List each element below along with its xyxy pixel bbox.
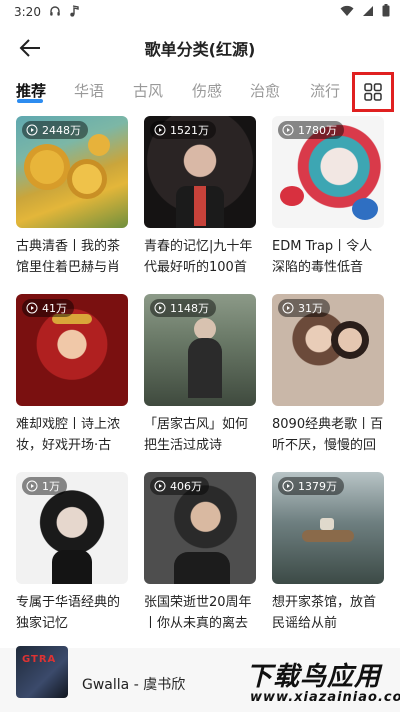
playlist-cover: 1148万	[144, 294, 256, 406]
tab-pop[interactable]: 流行	[310, 80, 340, 101]
playlist-title: 难却戏腔丨诗上浓妆，好戏开场·古风...	[16, 417, 121, 453]
play-count: 2448万	[42, 124, 81, 137]
play-icon	[26, 480, 38, 492]
playlist-title: 古典清香丨我的茶馆里住着巴赫与肖邦	[16, 239, 121, 275]
play-count: 1379万	[298, 480, 337, 493]
watermark-main: 下载鸟应用	[246, 662, 382, 692]
playlist-cover: 31万	[272, 294, 384, 406]
playlist-card[interactable]: 41万 难却戏腔丨诗上浓妆，好戏开场·古风...	[16, 294, 128, 456]
tab-healing[interactable]: 治愈	[250, 80, 280, 101]
playlist-card[interactable]: 1万 专属于华语经典的独家记忆	[16, 472, 128, 634]
tab-chinese[interactable]: 华语	[74, 80, 104, 101]
play-count-badge: 406万	[150, 477, 209, 495]
all-categories-button[interactable]	[352, 72, 394, 112]
now-playing-cover: GTRA	[16, 646, 68, 698]
playlist-cover: 2448万	[16, 116, 128, 228]
play-count: 1780万	[298, 124, 337, 137]
playlist-card[interactable]: 2448万 古典清香丨我的茶馆里住着巴赫与肖邦	[16, 116, 128, 278]
playlist-card[interactable]: 1780万 EDM Trap丨令人深陷的毒性低音	[272, 116, 384, 278]
play-icon	[26, 302, 38, 314]
play-count-badge: 31万	[278, 299, 330, 317]
playlist-cover: 1379万	[272, 472, 384, 584]
playlist-cover: 41万	[16, 294, 128, 406]
playlist-card[interactable]: 1521万 青春的记忆|九十年代最好听的100首歌	[144, 116, 256, 278]
play-icon	[282, 480, 294, 492]
play-count-badge: 1148万	[150, 299, 216, 317]
play-icon	[282, 124, 294, 136]
tab-recommend[interactable]: 推荐	[16, 80, 46, 101]
playlist-cover: 406万	[144, 472, 256, 584]
grid-icon	[364, 83, 382, 101]
playlist-cover: 1521万	[144, 116, 256, 228]
wifi-icon	[340, 5, 354, 20]
now-playing-title: Gwalla - 虞书欣	[82, 674, 185, 694]
play-icon	[154, 480, 166, 492]
watermark-logo: 下载鸟应用 www.xiazainiao.com	[246, 654, 400, 708]
playlist-cover: 1万	[16, 472, 128, 584]
title-separator: -	[133, 677, 139, 693]
play-count-badge: 1379万	[278, 477, 344, 495]
play-count-badge: 1521万	[150, 121, 216, 139]
play-count-badge: 1万	[22, 477, 67, 495]
play-icon	[154, 124, 166, 136]
song-name: Gwalla	[82, 677, 130, 693]
playlist-card[interactable]: 31万 8090经典老歌丨百听不厌，慢慢的回忆	[272, 294, 384, 456]
play-icon	[282, 302, 294, 314]
playlist-title: 专属于华语经典的独家记忆	[16, 595, 121, 631]
tab-sad[interactable]: 伤感	[192, 80, 222, 101]
playlist-card[interactable]: 1148万 「居家古风」如何把生活过成诗	[144, 294, 256, 456]
playlist-title: 8090经典老歌丨百听不厌，慢慢的回忆	[272, 417, 384, 453]
play-count: 31万	[298, 302, 323, 315]
status-time: 3:20	[14, 5, 41, 19]
signal-icon	[362, 5, 374, 20]
artist-name: 虞书欣	[143, 677, 186, 693]
battery-icon	[382, 4, 390, 20]
cover-text: GTRA	[22, 654, 57, 665]
playlist-title: 「居家古风」如何把生活过成诗	[144, 417, 249, 453]
active-tab-indicator	[17, 99, 43, 103]
playlist-card[interactable]: 1379万 想开家茶馆，放首民谣给从前	[272, 472, 384, 634]
status-bar: 3:20	[0, 0, 400, 24]
tab-ancient-style[interactable]: 古风	[133, 80, 163, 101]
watermark-sub: www.xiazainiao.com	[250, 690, 400, 705]
play-count: 406万	[170, 480, 202, 493]
page-title: 歌单分类(红源)	[144, 40, 256, 59]
music-note-icon	[69, 4, 79, 20]
play-count-badge: 41万	[22, 299, 74, 317]
header: 歌单分类(红源)	[0, 24, 400, 70]
playlist-title: 青春的记忆|九十年代最好听的100首歌	[144, 239, 253, 275]
play-icon	[154, 302, 166, 314]
play-count: 1521万	[170, 124, 209, 137]
playlist-title: EDM Trap丨令人深陷的毒性低音	[272, 239, 373, 275]
headphones-icon	[49, 5, 61, 20]
play-icon	[26, 124, 38, 136]
playlist-title: 想开家茶馆，放首民谣给从前	[272, 595, 377, 631]
play-count: 1万	[42, 480, 60, 493]
playlist-title: 张国荣逝世20周年丨你从未真的离去	[144, 595, 252, 631]
category-tabs: 推荐 华语 古风 伤感 治愈 流行	[0, 72, 400, 112]
playlist-card[interactable]: 406万 张国荣逝世20周年丨你从未真的离去	[144, 472, 256, 634]
playlist-cover: 1780万	[272, 116, 384, 228]
play-count: 1148万	[170, 302, 209, 315]
play-count: 41万	[42, 302, 67, 315]
play-count-badge: 1780万	[278, 121, 344, 139]
play-count-badge: 2448万	[22, 121, 88, 139]
